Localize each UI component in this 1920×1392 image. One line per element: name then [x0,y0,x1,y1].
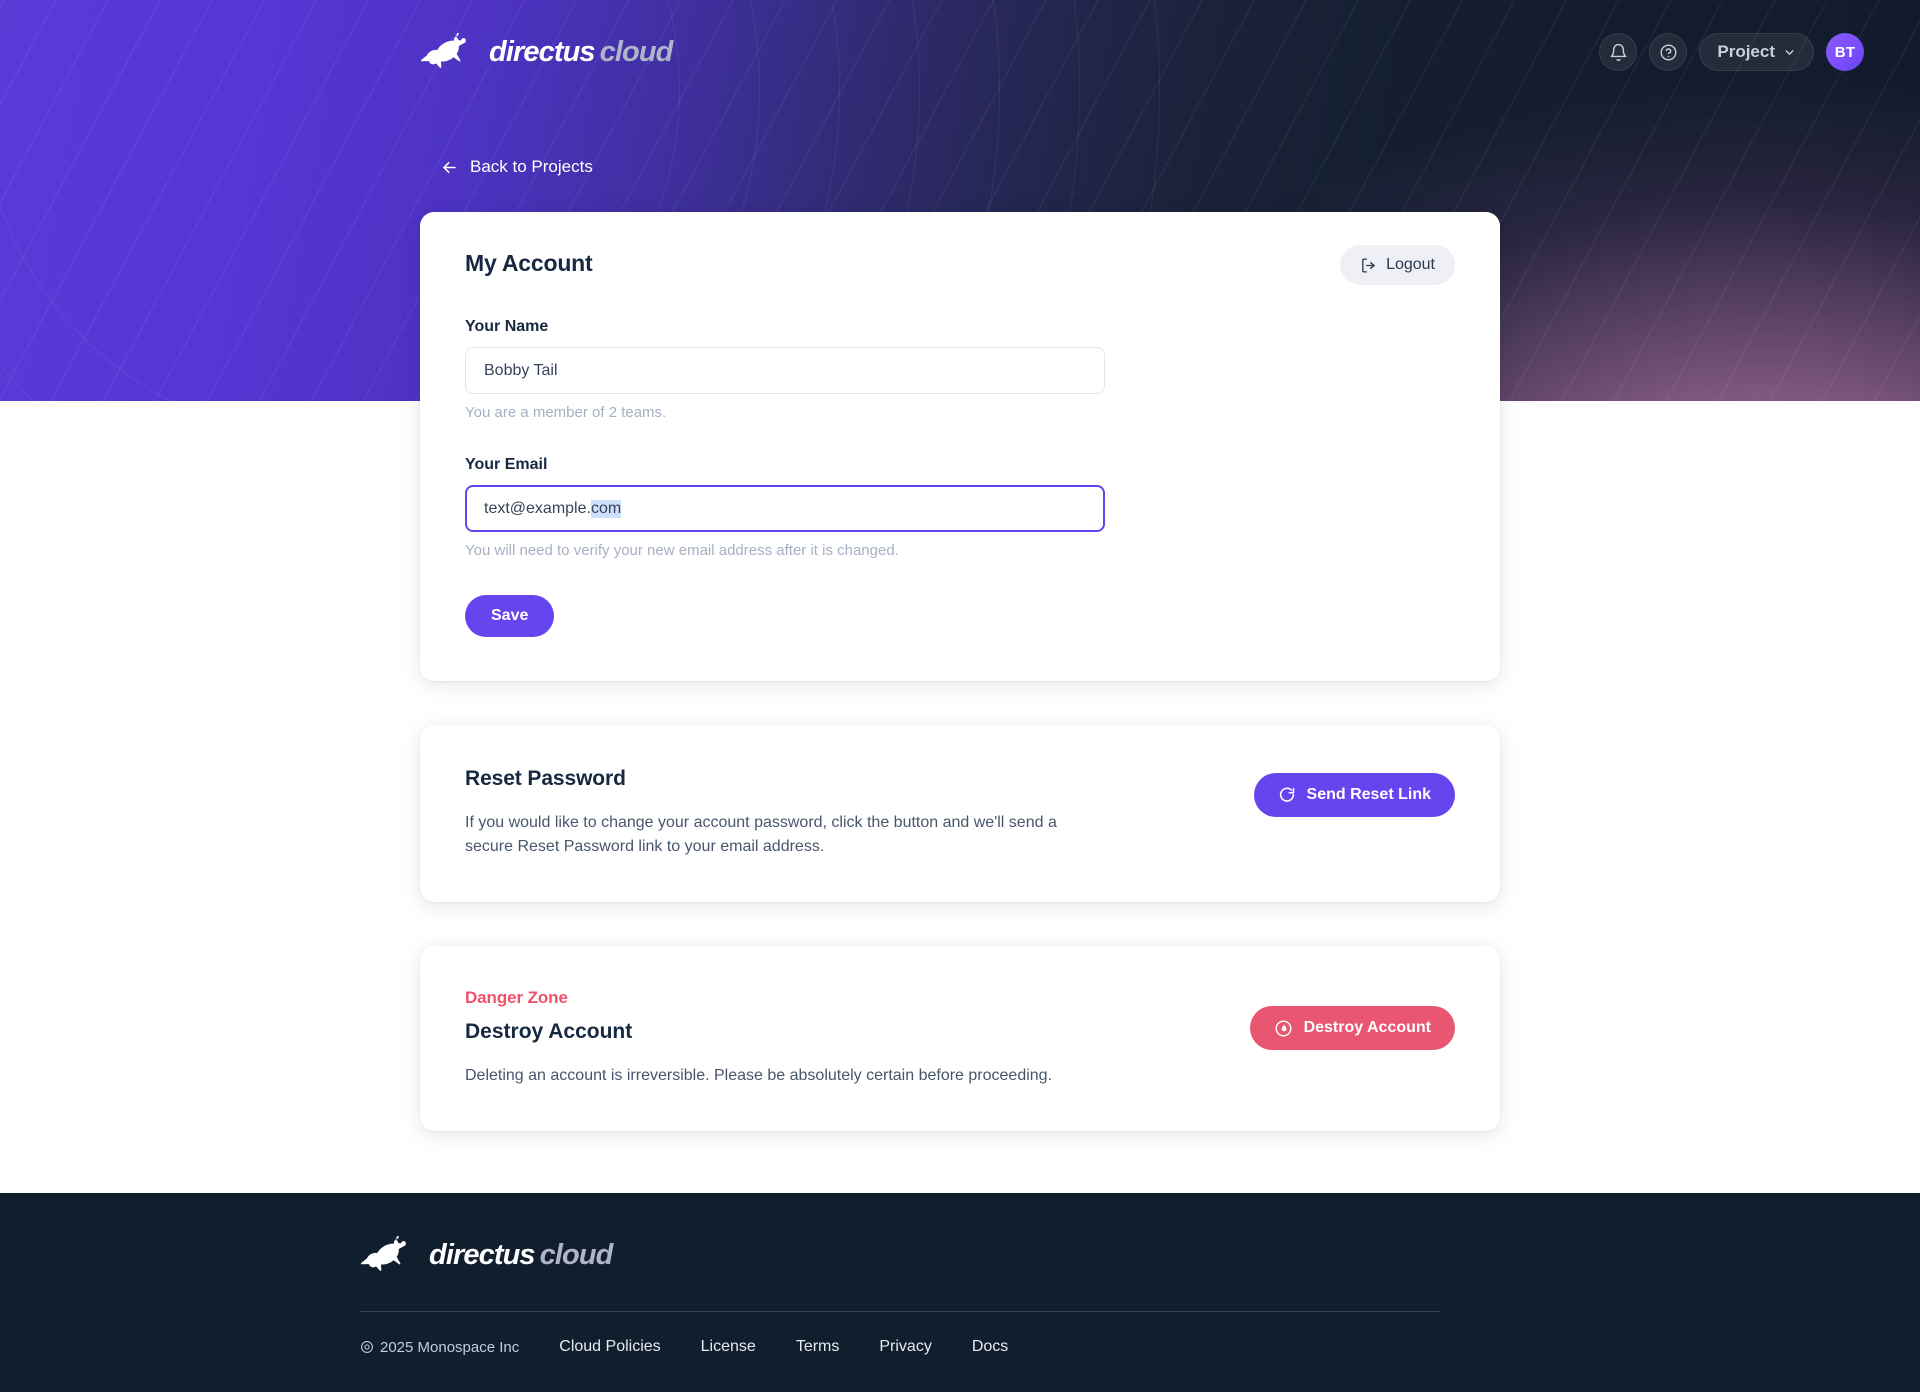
footer-content: directus cloud 2025 Monospace Inc Cloud P… [360,1193,1440,1356]
brand-word-secondary: cloud [599,35,674,68]
footer-link-cloud-policies[interactable]: Cloud Policies [559,1338,660,1356]
footer-brand-word-primary: directus [429,1238,536,1271]
footer-links-row: 2025 Monospace Inc Cloud Policies Licens… [360,1338,1440,1356]
footer-link-terms[interactable]: Terms [796,1338,840,1356]
copyright-text: 2025 Monospace Inc [380,1338,520,1356]
reset-password-title: Reset Password [465,767,626,790]
danger-zone-layout: Danger Zone Destroy Account Deleting an … [465,988,1455,1085]
question-circle-icon [1660,44,1677,60]
destroy-account-body: Deleting an account is irreversible. Ple… [465,1067,1053,1085]
send-reset-link-label: Send Reset Link [1306,786,1431,803]
destroy-account-title: Destroy Account [465,1020,633,1044]
name-field-label: Your Name [465,318,549,335]
site-footer: directus cloud 2025 Monospace Inc Cloud P… [0,1193,1920,1392]
destroy-account-label: Destroy Account [1303,1019,1431,1037]
rabbit-logo-icon [420,33,466,68]
chevron-down-icon [1785,49,1794,55]
name-field-hint: You are a member of 2 teams. [465,404,667,421]
card-spacer-2 [420,902,1500,946]
logout-button-label: Logout [1386,256,1435,273]
reset-password-body: If you would like to change your account… [465,814,1057,855]
back-to-projects-link[interactable]: Back to Projects [440,157,593,177]
arrow-left-icon [443,161,456,173]
footer-link-privacy[interactable]: Privacy [879,1338,931,1356]
email-field-hint: You will need to verify your new email a… [465,542,899,559]
footer-brand-word-secondary: cloud [539,1238,614,1271]
brand-word-primary: directus [489,35,596,68]
reset-password-action: Send Reset Link [1253,767,1455,817]
email-field-group: Your Email text@example. com You will nee… [465,456,1455,559]
topbar-actions: Project BT [1599,33,1864,71]
reset-password-card: Reset Password If you would like to chan… [420,725,1500,903]
bell-icon [1610,43,1627,61]
copyright-icon [361,1341,373,1353]
danger-zone-label: Danger Zone [465,988,568,1008]
my-account-card: My Account Logout Your Name Bobby Tail Y… [420,212,1500,681]
footer-divider [360,1311,1440,1312]
help-button[interactable] [1649,33,1688,71]
logout-button[interactable]: Logout [1340,245,1455,285]
project-selector[interactable]: Project [1699,33,1814,71]
reset-password-layout: Reset Password If you would like to chan… [465,767,1455,858]
copyright-notice: 2025 Monospace Inc [360,1339,519,1356]
brand-wordmark: directus cloud [489,35,674,69]
page-title: My Account [465,250,593,276]
top-navigation-bar: directus cloud Project BT [0,0,1920,104]
send-reset-link-button[interactable]: Send Reset Link [1253,773,1455,817]
name-input[interactable]: Bobby Tail [465,347,1105,394]
save-button[interactable]: Save [465,595,555,637]
user-avatar[interactable]: BT [1826,33,1864,71]
back-to-projects-label: Back to Projects [470,157,593,176]
header-brand-logo[interactable]: directus cloud [420,30,674,74]
refresh-icon [1279,787,1294,802]
footer-link-license[interactable]: License [701,1338,756,1356]
page-root: directus cloud Project BT Back to Projec… [0,0,1920,1392]
notifications-button[interactable] [1599,33,1638,71]
name-input-value: Bobby Tail [484,361,558,379]
project-selector-label: Project [1717,42,1775,61]
danger-zone-card: Danger Zone Destroy Account Deleting an … [420,946,1500,1132]
reset-password-text: Reset Password If you would like to chan… [465,767,1214,858]
email-input-selected-text: com [590,499,622,518]
danger-zone-action: Destroy Account [1249,988,1455,1051]
rabbit-logo-icon [360,1236,406,1271]
logout-icon [1362,257,1375,273]
my-account-card-header: My Account Logout [465,245,1455,285]
footer-link-docs[interactable]: Docs [972,1338,1008,1356]
footer-brand-wordmark: directus cloud [429,1238,614,1272]
email-input[interactable]: text@example. com [465,485,1105,532]
flame-icon [1275,1020,1292,1037]
name-field-group: Your Name Bobby Tail You are a member of… [465,318,1455,421]
email-field-label: Your Email [465,456,548,473]
danger-zone-text: Danger Zone Destroy Account Deleting an … [465,988,1210,1085]
footer-brand-logo[interactable]: directus cloud [360,1234,1440,1276]
destroy-account-button[interactable]: Destroy Account [1249,1006,1455,1051]
main-content: My Account Logout Your Name Bobby Tail Y… [420,212,1500,1132]
email-input-value: text@example. [484,499,591,517]
card-spacer [420,681,1500,725]
